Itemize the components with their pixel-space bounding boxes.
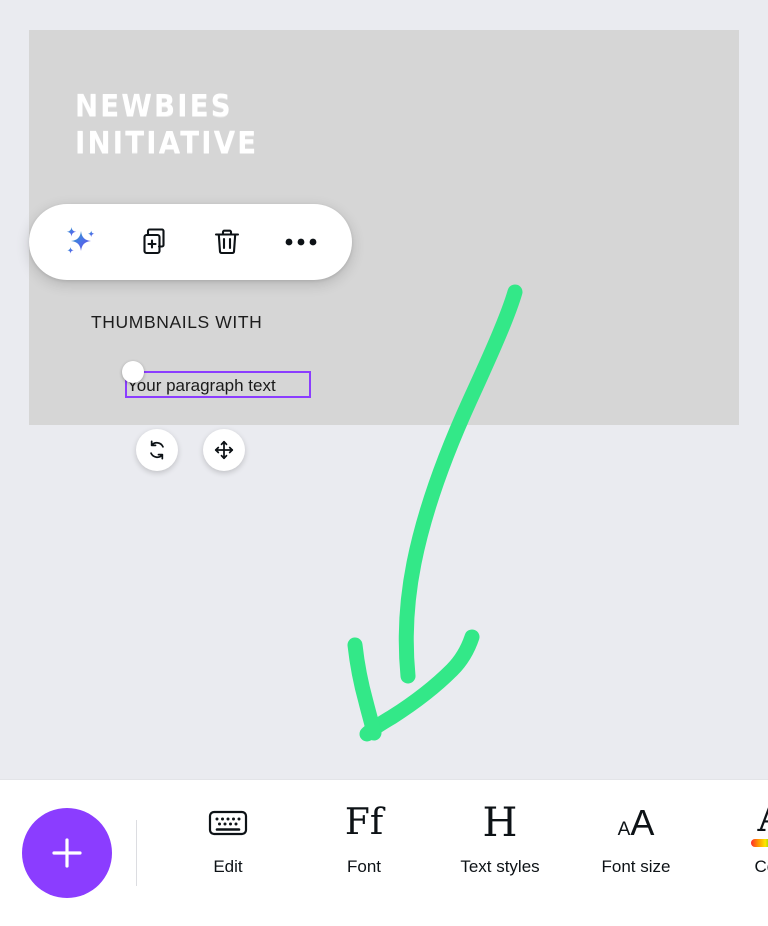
color-icon: A [751, 795, 768, 851]
tool-color[interactable]: A Colo [704, 795, 768, 905]
tool-font-size[interactable]: A A Font size [568, 795, 704, 905]
selected-text-value: Your paragraph text [127, 376, 276, 395]
rotate-handle[interactable] [136, 429, 178, 471]
font-size-glyph-big: A [630, 802, 655, 843]
canvas-heading-line-2: INITIATIVE [75, 126, 259, 161]
toolbar-divider [136, 820, 137, 886]
tool-edit-label: Edit [213, 857, 243, 876]
more-options-icon[interactable] [275, 216, 327, 268]
canvas-subheading[interactable]: THUMBNAILS WITH [91, 312, 262, 333]
tool-text-styles[interactable]: H Text styles [432, 795, 568, 905]
tool-color-label: Colo [754, 857, 768, 876]
tool-font-label: Font [346, 857, 382, 876]
font-icon: Ff [345, 795, 383, 851]
object-toolbar [29, 204, 352, 280]
editor-workspace: NEWBIES INITIATIVE THUMBNAILS WITH Your … [0, 0, 768, 779]
selected-text-element[interactable]: Your paragraph text [125, 371, 311, 398]
delete-icon[interactable] [201, 216, 253, 268]
add-button[interactable] [22, 808, 112, 898]
magic-sparkles-icon[interactable] [54, 216, 106, 268]
tool-font-size-label: Font size [601, 857, 671, 876]
tool-edit[interactable]: Edit [160, 795, 296, 905]
move-handle[interactable] [203, 429, 245, 471]
color-glyph-letter: A [758, 798, 768, 838]
font-glyph: Ff [344, 802, 384, 843]
duplicate-icon[interactable] [128, 216, 180, 268]
tool-text-styles-label: Text styles [460, 857, 540, 876]
plus-icon [52, 838, 82, 868]
keyboard-icon [207, 795, 249, 851]
canvas-heading-line-1: NEWBIES [75, 89, 233, 124]
font-size-icon: A A [618, 795, 655, 851]
text-styles-icon: H [483, 795, 518, 851]
font-size-glyph-small: A [617, 819, 631, 840]
rainbow-underline [751, 839, 768, 847]
selection-resize-handle[interactable] [122, 361, 144, 383]
canvas-heading[interactable]: NEWBIES INITIATIVE [75, 88, 461, 162]
text-styles-glyph: H [482, 800, 518, 846]
tool-font[interactable]: Ff Font [296, 795, 432, 905]
text-tools-row: Edit Ff Font H Text styles A A Font size… [160, 795, 768, 915]
